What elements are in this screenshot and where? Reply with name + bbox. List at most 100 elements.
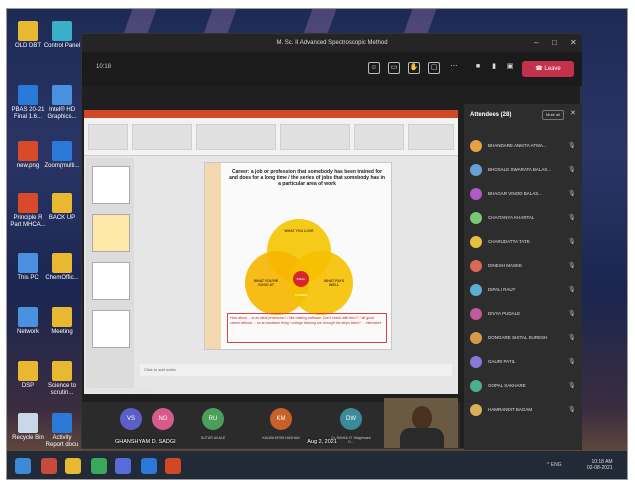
- drawing-group[interactable]: [354, 124, 404, 150]
- attendee-row[interactable]: DINESH MASKE 🎙: [470, 258, 576, 276]
- more-options-icon[interactable]: ⋯: [448, 62, 460, 74]
- rooms-icon[interactable]: ▢: [428, 62, 440, 74]
- venn-label-right: WHAT PAYS WELL: [323, 279, 345, 287]
- start-icon[interactable]: [15, 458, 31, 474]
- folder-icon: [18, 361, 38, 381]
- avatar: [470, 284, 482, 296]
- maximize-icon[interactable]: □: [552, 34, 557, 52]
- image-icon: [18, 141, 38, 161]
- attendee-row[interactable]: GOPAL SAKHARE 🎙: [470, 378, 576, 396]
- avatar: [470, 140, 482, 152]
- presenter-name: Dr. Rahul A. Waghmare (Guest): [88, 388, 152, 393]
- raise-hand-icon[interactable]: ✋: [408, 62, 420, 74]
- participant-video-tile[interactable]: [384, 398, 458, 448]
- minimize-icon[interactable]: –: [534, 34, 538, 52]
- participant-avatar[interactable]: NG: [152, 408, 174, 430]
- mic-muted-icon: 🎙: [568, 167, 576, 173]
- mic-muted-icon: 🎙: [568, 143, 576, 149]
- folder-icon: [52, 253, 72, 273]
- desktop-icon-recycle-bin[interactable]: Recycle Bin: [9, 413, 47, 442]
- avatar: [470, 356, 482, 368]
- desktop-icon-dsp[interactable]: DSP: [9, 361, 47, 390]
- attendee-row[interactable]: DIVYA PUDALE 🎙: [470, 306, 576, 324]
- paragraph-group[interactable]: [280, 124, 350, 150]
- whatsapp-icon[interactable]: [91, 458, 107, 474]
- desktop-icon-principle[interactable]: Principle R Part MHCA...: [9, 193, 47, 229]
- powerpoint-icon[interactable]: [165, 458, 181, 474]
- taskbar-app-icon[interactable]: [41, 458, 57, 474]
- mic-muted-icon: 🎙: [568, 287, 576, 293]
- mic-muted-icon: 🎙: [568, 311, 576, 317]
- desktop-icon-meeting[interactable]: Meeting: [43, 307, 81, 336]
- desktop-icon-network[interactable]: Network: [9, 307, 47, 336]
- meeting-toolbar: 10:18 ☺ ▭ ✋ ▢ ⋯ ■ ▮ ▣ ☎ Leave: [82, 52, 582, 86]
- slide-note-box: How about ... is an ideal profession? / …: [227, 313, 387, 343]
- chat-icon[interactable]: ▭: [388, 62, 400, 74]
- slide-thumbnail[interactable]: [92, 214, 130, 252]
- desktop-icon-activity-report[interactable]: Activity Report docu: [43, 413, 81, 449]
- participant-avatar[interactable]: KM: [270, 408, 292, 430]
- attendees-header: Attendees (28): [470, 112, 512, 118]
- attendee-row[interactable]: BHANDARE ANKITA ATMA... 🎙: [470, 138, 576, 156]
- clipboard-group[interactable]: [88, 124, 128, 150]
- avatar: [470, 380, 482, 392]
- editing-group[interactable]: [408, 124, 454, 150]
- desktop-icon-pbas[interactable]: PBAS 20-21 Final 1.6...: [9, 85, 47, 121]
- desktop-icon-zoom[interactable]: Zoom(multi...: [43, 141, 81, 170]
- folder-icon: [52, 361, 72, 381]
- close-icon[interactable]: ✕: [570, 34, 577, 52]
- current-slide: Career: a job or profession that somebod…: [204, 162, 392, 350]
- desktop-icon-science[interactable]: Science to scrutin...: [43, 361, 81, 397]
- file-explorer-icon[interactable]: [65, 458, 81, 474]
- desktop-icon-new-png[interactable]: new.png: [9, 141, 47, 170]
- attendee-row[interactable]: CHAITANYA KHARTAL 🎙: [470, 210, 576, 228]
- avatar: [470, 188, 482, 200]
- mic-muted-icon: 🎙: [568, 215, 576, 221]
- notes-bar[interactable]: Click to add notes: [140, 364, 452, 376]
- participant-avatar[interactable]: VS: [120, 408, 142, 430]
- slide-thumbnail[interactable]: [92, 166, 130, 204]
- avatar: [470, 308, 482, 320]
- close-panel-icon[interactable]: ✕: [570, 109, 576, 117]
- desktop-icon-this-pc[interactable]: This PC: [9, 253, 47, 282]
- attendee-row[interactable]: DIPALI RAUT 🎙: [470, 282, 576, 300]
- desktop-icon-control-panel[interactable]: Control Panel: [43, 21, 81, 50]
- venn-center: IDEAL CAREER: [293, 271, 309, 297]
- mic-muted-icon: 🎙: [568, 191, 576, 197]
- participant-avatar[interactable]: RU: [202, 408, 224, 430]
- share-icon[interactable]: ▣: [504, 62, 516, 74]
- attendee-row[interactable]: BHOSALE SWARATA BALAS... 🎙: [470, 162, 576, 180]
- desktop-icon-chemoffice[interactable]: ChemOffic...: [43, 253, 81, 282]
- desktop-icon-old-dbt[interactable]: OLD DBT: [9, 21, 47, 50]
- slides-group[interactable]: [132, 124, 192, 150]
- camera-icon[interactable]: ■: [472, 62, 484, 74]
- attendee-row[interactable]: BHAGAR VINOD BALAS... 🎙: [470, 186, 576, 204]
- leave-button[interactable]: ☎ Leave: [522, 61, 574, 77]
- teams-icon[interactable]: [115, 458, 131, 474]
- shared-screen: Career: a job or profession that somebod…: [84, 110, 458, 394]
- mic-icon[interactable]: ▮: [488, 62, 500, 74]
- attendee-row[interactable]: CHARUDATTA TATE 🎙: [470, 234, 576, 252]
- venn-label-top: WHAT YOU LOVE: [284, 229, 314, 233]
- mute-all-button[interactable]: Mute all: [542, 110, 564, 120]
- avatar: [470, 236, 482, 248]
- avatar: [470, 404, 482, 416]
- attendee-row[interactable]: GAURI PATIL 🎙: [470, 354, 576, 372]
- desktop-icon-intel[interactable]: Intel® HD Graphics...: [43, 85, 81, 121]
- desktop-icon-backup[interactable]: BACK UP: [43, 193, 81, 222]
- avatar: [470, 332, 482, 344]
- venn-label-left: WHAT YOU'RE GOOD AT: [253, 279, 279, 287]
- taskbar-clock[interactable]: 10:18 AM 02-08-2021: [587, 459, 613, 471]
- overlay-caption: GHANSHYAM D. SADGI Aug 2, 2021: [115, 439, 337, 445]
- word-icon[interactable]: [141, 458, 157, 474]
- people-icon[interactable]: ☺: [368, 62, 380, 74]
- document-icon: [52, 413, 72, 433]
- attendee-row[interactable]: DONGARE SHITAL SURESH 🎙: [470, 330, 576, 348]
- zoom-icon: [52, 141, 72, 161]
- attendee-row[interactable]: HAMRANDIT BAGAM 🎙: [470, 402, 576, 420]
- slide-thumbnail[interactable]: [92, 310, 130, 348]
- slide-thumbnail[interactable]: [92, 262, 130, 300]
- font-group[interactable]: [196, 124, 276, 150]
- participant-avatar[interactable]: DW: [340, 408, 362, 430]
- system-tray[interactable]: ^ ENG: [547, 462, 562, 468]
